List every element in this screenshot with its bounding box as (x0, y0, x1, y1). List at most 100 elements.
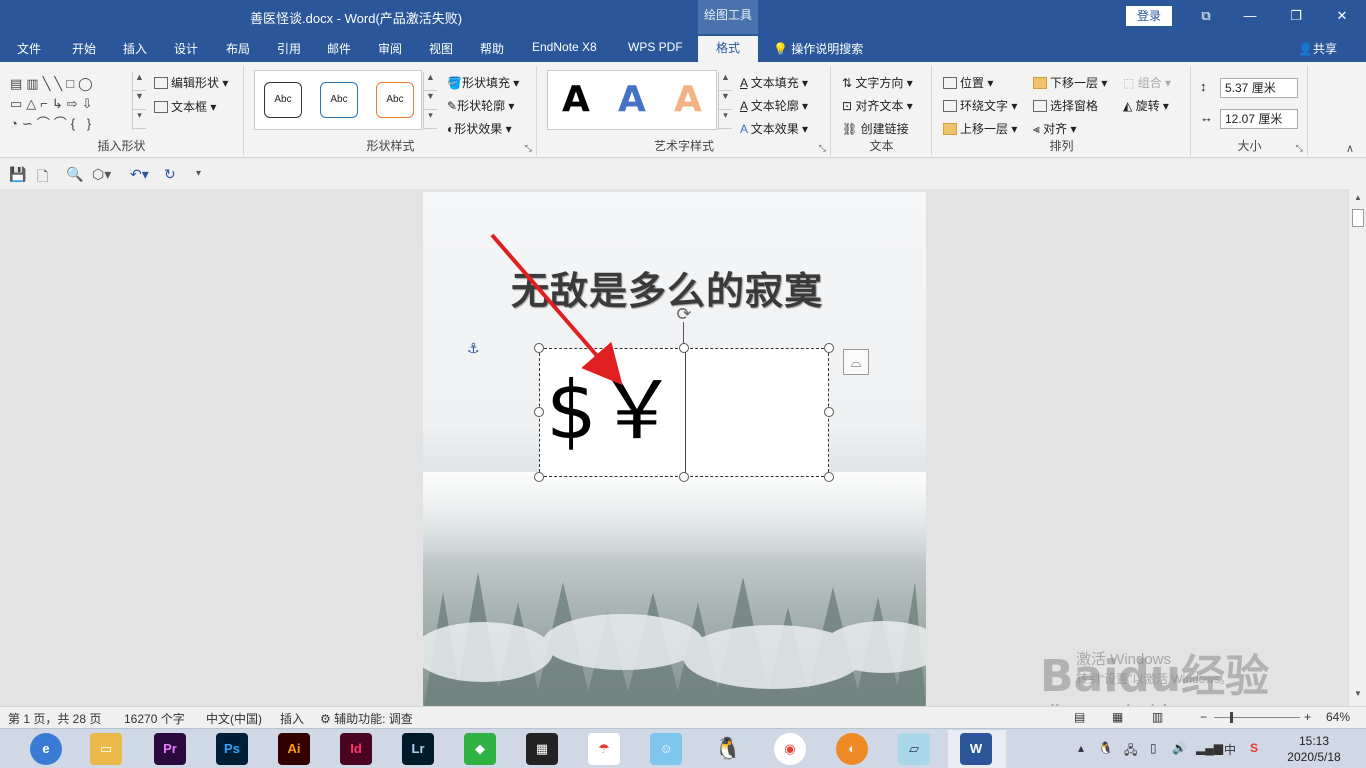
shapes-icon[interactable]: ⬡▾ (92, 166, 111, 183)
zoom-level[interactable]: 64% (1326, 710, 1350, 724)
login-button[interactable]: 登录 (1126, 6, 1172, 26)
resize-handle-top-left[interactable] (534, 343, 544, 353)
save-icon[interactable]: 💾 (9, 166, 26, 183)
lightroom-icon[interactable]: Lr (402, 733, 434, 765)
tab-insert[interactable]: 插入 (123, 40, 147, 57)
wordart-scroll[interactable]: ▲ ▼ ▾ (718, 72, 732, 130)
tab-design[interactable]: 设计 (174, 40, 198, 57)
shape-style-blue[interactable]: Abc (320, 82, 358, 118)
scroll-down-icon[interactable]: ▼ (1352, 689, 1364, 701)
share-button[interactable]: 👤共享 (1298, 40, 1337, 57)
tab-mailings[interactable]: 邮件 (327, 40, 351, 57)
resize-handle-left[interactable] (534, 407, 544, 417)
wordart-blue[interactable]: A (618, 79, 646, 120)
selected-text-box[interactable]: $￥ (539, 348, 829, 477)
shape-outline-button[interactable]: ✎形状轮廓 ▾ (447, 97, 514, 114)
page-count[interactable]: 第 1 页，共 28 页 (8, 710, 101, 727)
print-layout-icon[interactable]: ▦ (1112, 710, 1123, 724)
zoom-in-icon[interactable]: + (1304, 710, 1311, 724)
dialog-launcher-icon[interactable]: ⤡ (525, 143, 532, 154)
shape-style-orange[interactable]: Abc (376, 82, 414, 118)
collapse-ribbon-icon[interactable]: ∧ (1346, 142, 1354, 155)
resize-handle-bottom-right[interactable] (824, 472, 834, 482)
shape-fill-button[interactable]: 🪣形状填充 ▾ (447, 74, 519, 91)
resize-handle-top[interactable] (679, 343, 689, 353)
wordart-orange[interactable]: A (674, 79, 702, 120)
tab-view[interactable]: 视图 (429, 40, 453, 57)
text-direction-button[interactable]: ⇅ 文字方向 ▾ (842, 74, 913, 91)
photoshop-icon[interactable]: Ps (216, 733, 248, 765)
tab-wps-pdf[interactable]: WPS PDF (628, 40, 683, 54)
wifi-icon[interactable]: ▂▄▆ (1196, 741, 1223, 755)
dialog-launcher-icon[interactable]: ⤡ (819, 143, 826, 154)
ime-indicator[interactable]: 中 (1224, 741, 1236, 758)
chat-app-icon[interactable]: ☺ (650, 733, 682, 765)
tab-format[interactable]: 格式 (698, 36, 758, 62)
video-editor-icon[interactable]: ▦ (526, 733, 558, 765)
customize-toolbar-icon[interactable]: ▾ (196, 168, 201, 179)
premiere-icon[interactable]: Pr (154, 733, 186, 765)
create-link-button[interactable]: ⛓ 创建链接 (842, 120, 909, 137)
insert-mode[interactable]: 插入 (280, 710, 304, 727)
indesign-icon[interactable]: Id (340, 733, 372, 765)
tell-me-search[interactable]: 💡 操作说明搜索 (773, 40, 863, 57)
shape-width-input[interactable]: 12.07 厘米 (1220, 109, 1298, 129)
resize-handle-right[interactable] (824, 407, 834, 417)
scroll-thumb[interactable] (1352, 209, 1364, 227)
illustrator-icon[interactable]: Ai (278, 733, 310, 765)
text-fill-button[interactable]: A 文本填充 ▾ (740, 74, 808, 91)
battery-icon[interactable]: ▯ (1150, 741, 1157, 755)
align-text-button[interactable]: ⊡ 对齐文本 ▾ (842, 97, 913, 114)
text-box-button[interactable]: 文本框 ▾ (154, 98, 216, 115)
resize-handle-bottom-left[interactable] (534, 472, 544, 482)
tab-references[interactable]: 引用 (277, 40, 301, 57)
shape-height-input[interactable]: 5.37 厘米 (1220, 78, 1298, 98)
firefox-icon[interactable]: ◐ (836, 733, 868, 765)
text-box-content[interactable]: $￥ (546, 363, 677, 459)
ribbon-display-options-icon[interactable]: ⧉ (1196, 6, 1216, 26)
vertical-scrollbar[interactable]: ▲ ▼ (1348, 189, 1366, 706)
shapes-gallery-scroll[interactable]: ▲ ▼ ▾ (132, 72, 146, 130)
close-icon[interactable]: ✕ (1332, 6, 1352, 26)
tab-review[interactable]: 审阅 (378, 40, 402, 57)
network-tray-icon[interactable]: 🖧 (1124, 741, 1137, 762)
language[interactable]: 中文(中国) (206, 710, 262, 727)
file-explorer-icon[interactable]: ▭ (90, 733, 122, 765)
wordart-gallery[interactable]: A A A (547, 70, 717, 130)
text-outline-button[interactable]: A 文本轮廓 ▾ (740, 97, 808, 114)
shape-styles-gallery[interactable]: Abc Abc Abc (254, 70, 422, 130)
tab-help[interactable]: 帮助 (480, 40, 504, 57)
chrome-icon[interactable]: ◉ (774, 733, 806, 765)
show-hidden-icons-icon[interactable]: ▴ (1078, 741, 1084, 755)
zoom-slider[interactable] (1214, 717, 1300, 718)
minimize-icon[interactable]: — (1240, 6, 1260, 26)
bring-forward-button[interactable]: 上移一层 ▾ (943, 120, 1017, 137)
browser-icon[interactable]: e (30, 733, 62, 765)
layout-options-icon[interactable]: ⌓ (843, 349, 869, 375)
tab-home[interactable]: 开始 (72, 40, 96, 57)
group-objects-button[interactable]: ⬚ 组合 ▾ (1123, 74, 1171, 91)
word-taskbar-icon[interactable]: W (960, 733, 992, 765)
zoom-slider-thumb[interactable] (1230, 712, 1233, 723)
system-clock[interactable]: 15:13 2020/5/18 (1284, 733, 1344, 765)
shape-styles-scroll[interactable]: ▲ ▼ ▾ (423, 72, 437, 130)
edit-shape-button[interactable]: 编辑形状 ▾ (154, 74, 228, 91)
document-heading[interactable]: 无敌是多么的寂寞 (511, 260, 823, 315)
umbrella-app-icon[interactable]: ☂ (588, 733, 620, 765)
dialog-launcher-icon[interactable]: ⤡ (1296, 143, 1303, 154)
position-button[interactable]: 位置 ▾ (943, 74, 993, 91)
shape-style-black[interactable]: Abc (264, 82, 302, 118)
shapes-gallery[interactable]: ▤▥╲╲□◯ ▭△⌐↳⇨⇩ ◔∽⌒⌒{ } (10, 74, 130, 134)
green-app-icon[interactable]: ◆ (464, 733, 496, 765)
tab-endnote[interactable]: EndNote X8 (532, 40, 597, 54)
accessibility-status[interactable]: ⚙ 辅助功能: 调查 (320, 710, 413, 727)
redo-icon[interactable]: ↻ (164, 166, 176, 183)
maximize-icon[interactable]: ❐ (1286, 6, 1306, 26)
read-mode-icon[interactable]: ▤ (1074, 710, 1085, 724)
web-layout-icon[interactable]: ▥ (1152, 710, 1163, 724)
new-document-icon[interactable]: 🗋 (37, 166, 48, 190)
text-effects-button[interactable]: A 文本效果 ▾ (740, 120, 808, 137)
resize-handle-top-right[interactable] (824, 343, 834, 353)
send-backward-button[interactable]: 下移一层 ▾ (1033, 74, 1107, 91)
print-preview-icon[interactable]: 🔍 (66, 166, 83, 183)
